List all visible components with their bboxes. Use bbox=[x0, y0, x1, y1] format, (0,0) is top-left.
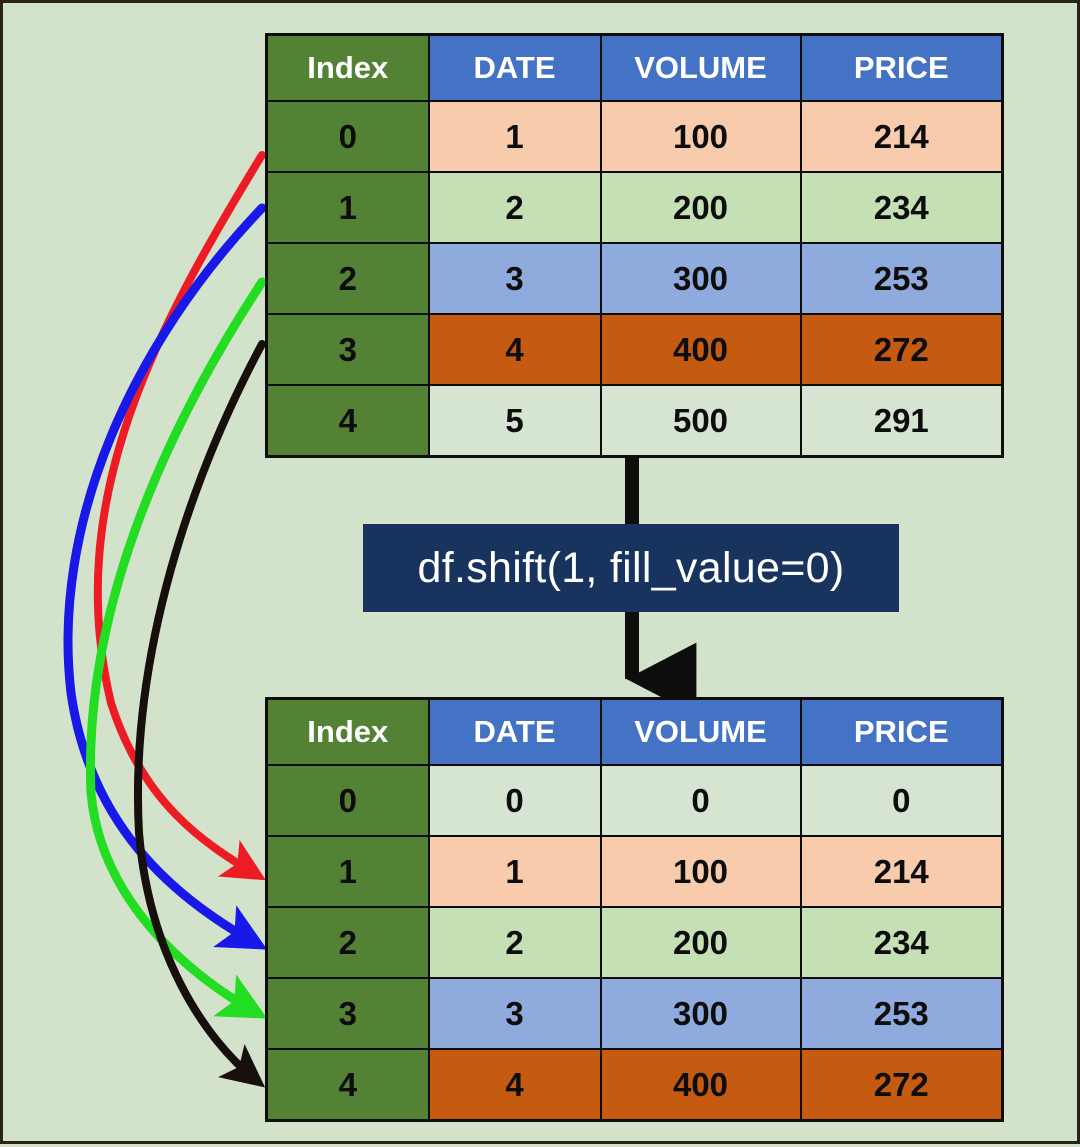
cell-index: 4 bbox=[265, 384, 430, 458]
operation-label: df.shift(1, fill_value=0) bbox=[417, 543, 845, 592]
cell-price: 214 bbox=[799, 835, 1004, 908]
cell-index: 0 bbox=[265, 764, 430, 837]
cell-volume: 200 bbox=[599, 906, 802, 979]
cell-date: 2 bbox=[427, 171, 602, 244]
cell-volume: 0 bbox=[599, 764, 802, 837]
cell-date: 2 bbox=[427, 906, 602, 979]
table-row: 4 4 400 272 bbox=[265, 1048, 1004, 1122]
column-header-volume: VOLUME bbox=[599, 33, 802, 102]
cell-volume: 300 bbox=[599, 242, 802, 315]
table-row: 2 2 200 234 bbox=[265, 906, 1004, 979]
cell-index: 2 bbox=[265, 242, 430, 315]
cell-index: 1 bbox=[265, 835, 430, 908]
cell-date: 4 bbox=[427, 313, 602, 386]
column-header-volume: VOLUME bbox=[599, 697, 802, 766]
cell-index: 1 bbox=[265, 171, 430, 244]
row-mapping-arrow-green bbox=[85, 277, 268, 1019]
row-mapping-arrow-black bbox=[134, 340, 266, 1088]
column-header-index: Index bbox=[265, 33, 430, 102]
cell-volume: 400 bbox=[599, 1048, 802, 1122]
cell-price: 0 bbox=[799, 764, 1004, 837]
column-header-date: DATE bbox=[427, 697, 602, 766]
cell-price: 291 bbox=[799, 384, 1004, 458]
cell-volume: 300 bbox=[599, 977, 802, 1050]
input-dataframe-table: Index DATE VOLUME PRICE 0 1 100 214 1 2 … bbox=[265, 33, 1004, 458]
cell-volume: 100 bbox=[599, 100, 802, 173]
cell-index: 2 bbox=[265, 906, 430, 979]
cell-date: 0 bbox=[427, 764, 602, 837]
cell-volume: 100 bbox=[599, 835, 802, 908]
cell-date: 3 bbox=[427, 242, 602, 315]
column-header-index: Index bbox=[265, 697, 430, 766]
operation-box: df.shift(1, fill_value=0) bbox=[363, 524, 899, 612]
cell-index: 3 bbox=[265, 313, 430, 386]
cell-price: 234 bbox=[799, 171, 1004, 244]
table-row: 3 3 300 253 bbox=[265, 977, 1004, 1050]
table-row: 0 1 100 214 bbox=[265, 100, 1004, 173]
cell-date: 1 bbox=[427, 100, 602, 173]
output-dataframe-table: Index DATE VOLUME PRICE 0 0 0 0 1 1 100 … bbox=[265, 697, 1004, 1122]
row-mapping-arrow-blue bbox=[63, 203, 268, 950]
cell-price: 234 bbox=[799, 906, 1004, 979]
cell-volume: 400 bbox=[599, 313, 802, 386]
table-row: 2 3 300 253 bbox=[265, 242, 1004, 315]
cell-date: 4 bbox=[427, 1048, 602, 1122]
table-header-row: Index DATE VOLUME PRICE bbox=[265, 33, 1004, 102]
table-row: 3 4 400 272 bbox=[265, 313, 1004, 386]
table-header-row: Index DATE VOLUME PRICE bbox=[265, 697, 1004, 766]
table-row: 1 2 200 234 bbox=[265, 171, 1004, 244]
cell-volume: 500 bbox=[599, 384, 802, 458]
table-row: 0 0 0 0 bbox=[265, 764, 1004, 837]
cell-date: 3 bbox=[427, 977, 602, 1050]
table-row: 4 5 500 291 bbox=[265, 384, 1004, 458]
column-header-price: PRICE bbox=[799, 697, 1004, 766]
cell-volume: 200 bbox=[599, 171, 802, 244]
cell-price: 253 bbox=[799, 977, 1004, 1050]
cell-price: 214 bbox=[799, 100, 1004, 173]
cell-price: 272 bbox=[799, 1048, 1004, 1122]
cell-date: 1 bbox=[427, 835, 602, 908]
cell-index: 3 bbox=[265, 977, 430, 1050]
cell-price: 253 bbox=[799, 242, 1004, 315]
cell-index: 4 bbox=[265, 1048, 430, 1122]
cell-price: 272 bbox=[799, 313, 1004, 386]
row-mapping-arrow-red bbox=[93, 151, 266, 881]
column-header-date: DATE bbox=[427, 33, 602, 102]
table-row: 1 1 100 214 bbox=[265, 835, 1004, 908]
cell-date: 5 bbox=[427, 384, 602, 458]
column-header-price: PRICE bbox=[799, 33, 1004, 102]
cell-index: 0 bbox=[265, 100, 430, 173]
diagram-canvas: Index DATE VOLUME PRICE 0 1 100 214 1 2 … bbox=[0, 0, 1080, 1144]
